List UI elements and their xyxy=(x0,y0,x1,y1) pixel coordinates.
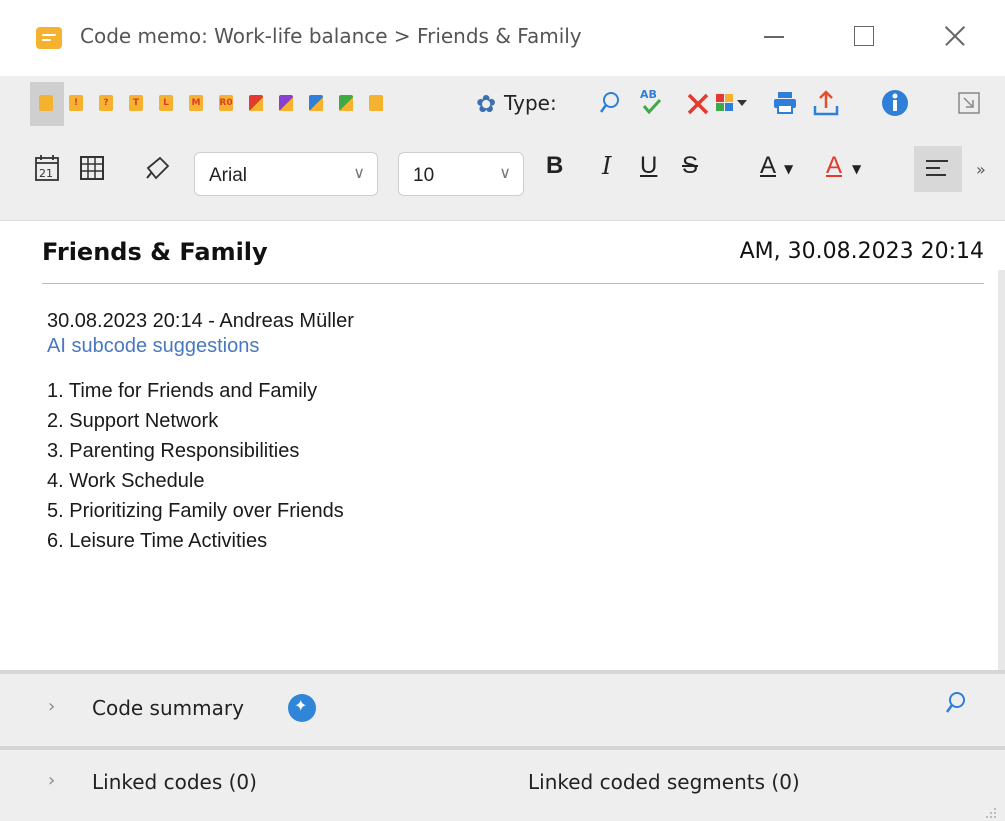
memo-text-editor[interactable]: 30.08.2023 20:14 - Andreas Müller AI sub… xyxy=(47,308,354,556)
memo-author-line: 30.08.2023 20:14 - Andreas Müller xyxy=(47,310,354,332)
memo-type-marker-2[interactable]: ? xyxy=(99,95,113,111)
spellcheck-icon[interactable]: AB xyxy=(638,86,666,116)
font-color-dropdown-icon[interactable]: ▼ xyxy=(784,162,793,176)
italic-button[interactable]: I xyxy=(602,152,611,180)
search-icon[interactable] xyxy=(598,90,622,118)
memo-type-marker-7[interactable] xyxy=(249,95,263,111)
insert-table-icon[interactable] xyxy=(80,156,104,180)
list-item: 5. Prioritizing Family over Friends xyxy=(47,500,344,522)
delete-icon[interactable] xyxy=(686,92,710,116)
marker-corner-icon xyxy=(316,104,323,111)
svg-text:21: 21 xyxy=(39,167,53,180)
list-item: 6. Leisure Time Activities xyxy=(47,530,268,552)
memo-app-icon xyxy=(36,27,62,49)
insert-date-icon[interactable]: 21 xyxy=(34,154,60,182)
linked-codes-label[interactable]: Linked codes (0) xyxy=(92,770,257,794)
memo-type-marker-6[interactable]: R0 xyxy=(219,95,233,111)
print-icon[interactable] xyxy=(772,90,798,116)
font-family-select[interactable]: Arial ∨ xyxy=(194,152,378,196)
bold-button[interactable]: B xyxy=(546,152,563,180)
memo-type-marker-1[interactable]: ! xyxy=(69,95,83,111)
minimize-button[interactable] xyxy=(748,14,804,58)
export-icon[interactable] xyxy=(812,88,840,118)
font-family-value: Arial xyxy=(209,165,248,186)
memo-type-marker-0[interactable] xyxy=(39,95,53,111)
align-left-icon xyxy=(926,160,948,181)
memo-type-marker-9[interactable] xyxy=(309,95,323,111)
chevron-right-icon[interactable]: › xyxy=(48,696,55,717)
info-icon[interactable] xyxy=(880,88,910,118)
insert-code-icon[interactable] xyxy=(716,92,752,116)
strikethrough-button[interactable]: S xyxy=(682,152,698,180)
window-title: Code memo: Work-life balance > Friends &… xyxy=(80,24,582,48)
memo-type-marker-3[interactable]: T xyxy=(129,95,143,111)
align-left-button[interactable] xyxy=(914,146,962,192)
memo-type-marker-10[interactable] xyxy=(339,95,353,111)
maximize-button[interactable] xyxy=(838,14,894,58)
memo-type-marker-5[interactable]: M xyxy=(189,95,203,111)
font-color-button[interactable]: A xyxy=(760,152,776,180)
memo-author-date: AM, 30.08.2023 20:14 xyxy=(739,239,984,264)
list-item: 4. Work Schedule xyxy=(47,470,205,492)
type-label: Type: xyxy=(504,91,557,115)
linked-section[interactable]: › Linked codes (0) Linked coded segments… xyxy=(0,750,1005,821)
title-bar: Code memo: Work-life balance > Friends &… xyxy=(0,0,1005,76)
memo-subcode-list: 1. Time for Friends and Family 2. Suppor… xyxy=(47,376,354,556)
memo-type-toolbar: !? T L M R0 ✿ Type: AB xyxy=(0,76,1005,132)
list-item: 3. Parenting Responsibilities xyxy=(47,440,300,462)
chevron-down-icon: ∨ xyxy=(499,163,511,182)
font-size-select[interactable]: 10 ∨ xyxy=(398,152,524,196)
format-toolbar: 21 Arial ∨ 10 ∨ B I U S A ▼ A ▼ » xyxy=(0,132,1005,221)
ai-assist-icon[interactable] xyxy=(288,694,316,722)
svg-text:AB: AB xyxy=(640,88,657,101)
highlight-color-button[interactable]: A xyxy=(826,152,842,180)
resize-grip-icon[interactable] xyxy=(984,806,998,820)
underline-button[interactable]: U xyxy=(640,152,657,180)
marker-corner-icon xyxy=(376,104,383,111)
code-summary-label[interactable]: Code summary xyxy=(92,696,244,720)
linked-segments-label[interactable]: Linked coded segments (0) xyxy=(528,770,800,794)
code-summary-section[interactable]: › Code summary xyxy=(0,674,1005,746)
memo-title[interactable]: Friends & Family xyxy=(42,238,268,266)
gear-icon[interactable]: ✿ xyxy=(476,90,496,118)
more-tools-button[interactable]: » xyxy=(976,160,986,179)
undock-icon[interactable] xyxy=(956,90,982,116)
chevron-down-icon: ∨ xyxy=(353,163,365,182)
list-item: 2. Support Network xyxy=(47,410,219,432)
memo-type-marker-4[interactable]: L xyxy=(159,95,173,111)
memo-header: Friends & Family AM, 30.08.2023 20:14 xyxy=(42,232,984,284)
marker-corner-icon xyxy=(346,104,353,111)
font-size-value: 10 xyxy=(413,165,435,186)
search-icon[interactable] xyxy=(944,690,968,716)
list-item: 1. Time for Friends and Family xyxy=(47,380,318,402)
marker-corner-icon xyxy=(286,104,293,111)
memo-type-marker-8[interactable] xyxy=(279,95,293,111)
format-painter-icon[interactable] xyxy=(144,154,172,182)
highlight-dropdown-icon[interactable]: ▼ xyxy=(852,162,861,176)
vertical-scrollbar[interactable] xyxy=(998,270,1005,670)
chevron-right-icon[interactable]: › xyxy=(48,770,55,791)
memo-ai-label: AI subcode suggestions xyxy=(47,335,260,357)
close-button[interactable] xyxy=(928,14,984,58)
memo-type-marker-11[interactable] xyxy=(369,95,383,111)
marker-corner-icon xyxy=(256,104,263,111)
